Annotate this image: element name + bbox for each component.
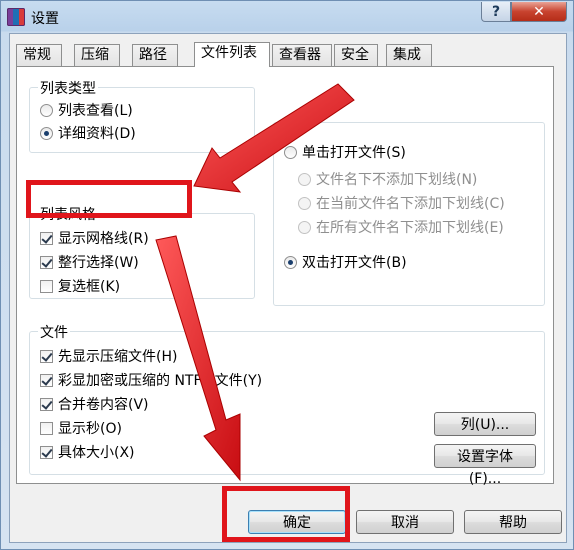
checkbox-indicator (40, 231, 53, 245)
merge-volumes-label: 合并卷内容(V) (58, 397, 149, 413)
checkboxes-checkbox[interactable]: 复选框(K) (40, 276, 120, 296)
radio-indicator (298, 172, 311, 186)
checkbox-indicator (40, 445, 53, 459)
full-row-select-checkbox[interactable]: 整行选择(W) (40, 252, 139, 272)
set-font-button[interactable]: 设置字体(F)... (434, 444, 536, 487)
single-click-open-label: 单击打开文件(S) (302, 145, 406, 161)
grid-lines-highlight-box (26, 180, 192, 218)
cancel-button[interactable]: 取消 (356, 510, 454, 534)
columns-button[interactable]: 列(U)... (434, 412, 536, 436)
underline-current-radio[interactable]: 在当前文件名下添加下划线(C) (298, 193, 505, 213)
help-button[interactable]: 帮助 (464, 510, 562, 534)
list-type-group: 列表类型 列表查看(L) 详细资料(D) (29, 78, 255, 153)
no-underline-radio[interactable]: 文件名下不添加下划线(N) (298, 169, 477, 189)
exact-size-label: 具体大小(X) (58, 445, 135, 461)
checkboxes-label: 复选框(K) (58, 279, 121, 295)
exact-size-checkbox[interactable]: 具体大小(X) (40, 442, 135, 462)
tab-paths[interactable]: 路径 (132, 44, 178, 66)
show-archives-first-label: 先显示压缩文件(H) (58, 349, 178, 365)
list-type-label: 列表类型 (38, 78, 98, 98)
underline-current-label: 在当前文件名下添加下划线(C) (316, 196, 505, 212)
checkbox-indicator (40, 279, 53, 293)
show-seconds-label: 显示秒(O) (58, 421, 122, 437)
show-seconds-checkbox[interactable]: 显示秒(O) (40, 418, 122, 438)
show-archives-first-checkbox[interactable]: 先显示压缩文件(H) (40, 346, 177, 366)
radio-indicator (298, 196, 311, 210)
checkbox-indicator (40, 255, 53, 269)
underline-all-radio[interactable]: 在所有文件名下添加下划线(E) (298, 217, 504, 237)
show-grid-lines-label: 显示网格线(R) (58, 231, 149, 247)
list-view-radio[interactable]: 列表查看(L) (40, 100, 133, 120)
checkbox-indicator (40, 421, 53, 435)
radio-indicator (284, 145, 297, 159)
window-title: 设置 (31, 11, 59, 27)
underline-all-label: 在所有文件名下添加下划线(E) (316, 220, 504, 236)
files-label: 文件 (38, 322, 70, 342)
title-bar: 设置 ? ✕ (1, 1, 574, 33)
tab-viewer[interactable]: 查看器 (272, 44, 332, 66)
tab-file-list[interactable]: 文件列表 (194, 42, 270, 67)
list-view-label: 列表查看(L) (58, 103, 133, 119)
file-list-panel: 列表类型 列表查看(L) 详细资料(D) 列表风格 显示网格线(R) 整行选择(… (16, 66, 554, 487)
dialog-client: 常规 压缩 路径 文件列表 查看器 安全 集成 列表类型 列表查看(L) 详细资… (9, 33, 567, 543)
files-group: 文件 先显示压缩文件(H) 彩显加密或压缩的 NTFS 文件(Y) 合并卷内容(… (29, 322, 545, 487)
checkbox-indicator (40, 349, 53, 363)
selection-label: 选择 (282, 113, 314, 133)
single-click-open-radio[interactable]: 单击打开文件(S) (284, 142, 406, 162)
close-icon[interactable]: ✕ (511, 2, 567, 22)
color-ntfs-label: 彩显加密或压缩的 NTFS 文件(Y) (58, 373, 263, 389)
show-grid-lines-checkbox[interactable]: 显示网格线(R) (40, 228, 149, 248)
radio-indicator (40, 103, 53, 117)
details-label: 详细资料(D) (58, 126, 136, 142)
ok-highlight-box (222, 486, 350, 542)
double-click-open-label: 双击打开文件(B) (302, 255, 407, 271)
radio-indicator (40, 126, 53, 140)
no-underline-label: 文件名下不添加下划线(N) (316, 172, 478, 188)
radio-indicator (298, 220, 311, 234)
checkbox-indicator (40, 373, 53, 387)
tab-general[interactable]: 常规 (16, 44, 62, 66)
winrar-app-icon (7, 8, 25, 26)
tab-compression[interactable]: 压缩 (74, 44, 120, 66)
radio-indicator (284, 255, 297, 269)
settings-dialog: 设置 ? ✕ 常规 压缩 路径 文件列表 查看器 安全 集成 列表类型 列表查看… (0, 0, 574, 550)
tab-security[interactable]: 安全 (334, 44, 378, 66)
color-ntfs-checkbox[interactable]: 彩显加密或压缩的 NTFS 文件(Y) (40, 370, 262, 390)
list-style-group: 列表风格 显示网格线(R) 整行选择(W) 复选框(K) (29, 204, 255, 299)
checkbox-indicator (40, 397, 53, 411)
details-radio[interactable]: 详细资料(D) (40, 123, 136, 143)
full-row-select-label: 整行选择(W) (58, 255, 139, 271)
help-icon[interactable]: ? (481, 2, 511, 22)
merge-volumes-checkbox[interactable]: 合并卷内容(V) (40, 394, 149, 414)
selection-group: 选择 单击打开文件(S) 文件名下不添加下划线(N) 在当前文件名下添加下划线(… (273, 113, 545, 306)
double-click-open-radio[interactable]: 双击打开文件(B) (284, 252, 407, 272)
tab-integration[interactable]: 集成 (386, 44, 432, 66)
